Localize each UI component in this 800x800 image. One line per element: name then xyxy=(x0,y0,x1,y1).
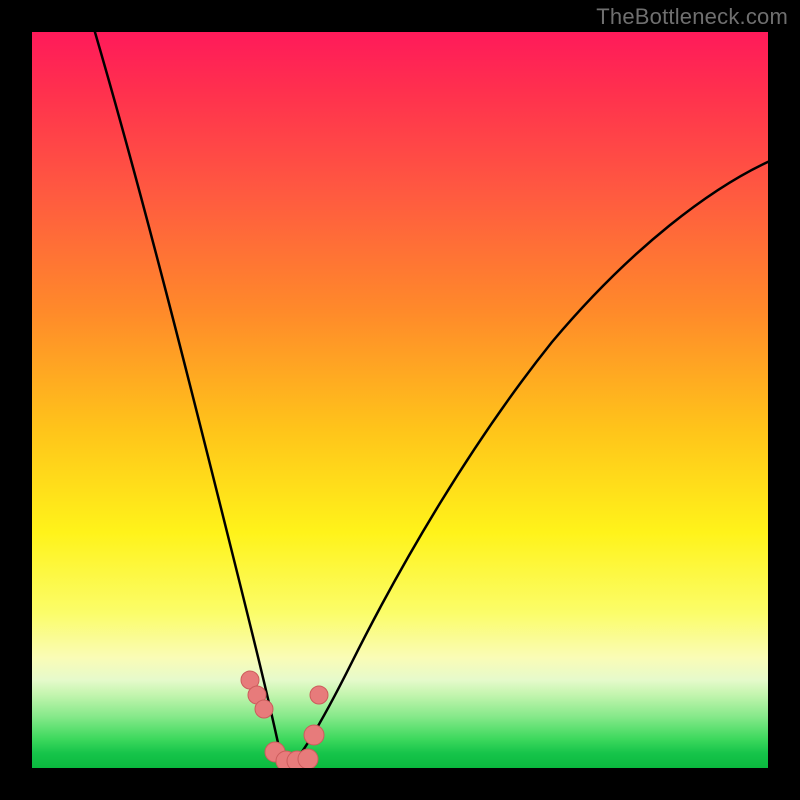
curve-left-branch xyxy=(92,32,288,768)
curve-layer xyxy=(32,32,768,768)
marker-dot xyxy=(304,725,324,745)
marker-dot xyxy=(255,700,273,718)
marker-dot xyxy=(298,749,318,768)
marker-group xyxy=(241,671,328,768)
plot-area xyxy=(32,32,768,768)
marker-dot xyxy=(310,686,328,704)
watermark-text: TheBottleneck.com xyxy=(596,4,788,30)
chart-frame: TheBottleneck.com xyxy=(0,0,800,800)
curve-right-branch xyxy=(288,160,768,768)
